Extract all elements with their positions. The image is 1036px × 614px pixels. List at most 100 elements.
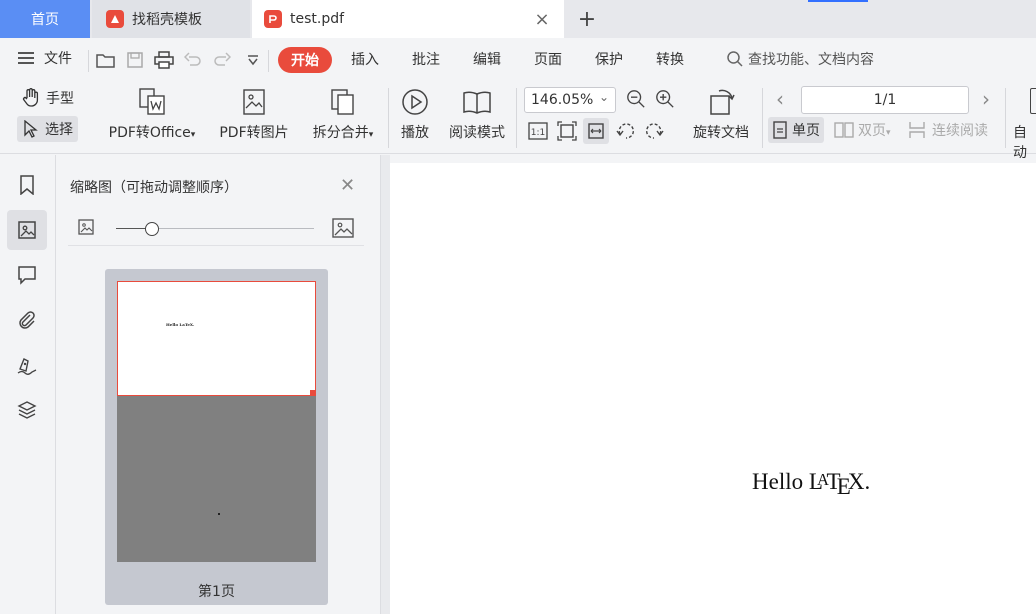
rotate-right-icon[interactable] [643,120,665,142]
select-tool-button[interactable]: 选择 [17,116,78,142]
search-box[interactable]: 查找功能、文档内容 [726,49,874,69]
pdf-to-office-icon [136,86,168,118]
thumbnail-panel: 缩略图（可拖动调整顺序） ✕ Hello LaTeX. 第1页 [56,155,380,614]
menu-protect-tab[interactable]: 保护 [595,49,623,69]
single-page-button[interactable]: 单页 [768,117,824,143]
thumbnail-icon[interactable] [7,210,47,250]
read-mode-label: 阅读模式 [449,125,505,141]
continuous-read-label: 连续阅读 [932,123,988,139]
hamburger-icon [18,52,34,64]
read-mode-button[interactable]: 阅读模式 [446,86,508,142]
actual-size-label: 1:1 [531,128,545,138]
slider-handle[interactable] [144,222,159,236]
divider [68,245,364,246]
continuous-read-icon [909,122,925,138]
zoom-level-select[interactable]: 146.05% ⌄ [524,87,616,113]
menu-convert-tab[interactable]: 转换 [656,49,684,69]
document-text-suffix: . [864,469,871,494]
thumbnail-panel-title: 缩略图（可拖动调整顺序） [70,180,238,196]
tab-home[interactable]: 首页 [0,0,90,38]
page-thumbnail[interactable]: Hello LaTeX. 第1页 [105,269,328,605]
play-button[interactable]: 播放 [396,86,434,142]
fit-page-icon[interactable] [556,120,578,142]
zoom-out-icon[interactable] [626,89,646,109]
next-page-icon[interactable]: › [982,87,990,111]
continuous-read-button[interactable]: 连续阅读 [908,120,988,140]
tab-pdf-label: test.pdf [290,11,345,27]
thumbnail-page-preview: Hello LaTeX. [117,281,316,562]
layers-icon[interactable] [7,390,47,430]
rotate-document-icon [705,86,737,118]
menu-bar: 文件 开始 插入 批注 编辑 页面 保护 转换 查找功能、文档内容 [0,38,1036,82]
new-tab-button[interactable]: + [574,6,600,32]
menu-start-tab[interactable]: 开始 [278,47,332,73]
print-icon[interactable] [154,50,174,70]
menu-annotate-tab[interactable]: 批注 [412,49,440,69]
hand-tool-label: 手型 [46,91,74,107]
customize-quick-access-icon[interactable] [243,50,263,70]
signature-icon[interactable] [7,345,47,385]
split-merge-icon [327,86,359,118]
open-folder-icon[interactable] [96,50,116,70]
file-menu-button[interactable]: 文件 [18,48,72,68]
menu-insert-tab[interactable]: 插入 [351,49,379,69]
play-label: 播放 [401,125,429,141]
pdf-to-office-button[interactable]: PDF转Office▾ [104,86,200,142]
top-accent-bar [808,0,868,2]
pdf-to-image-icon [238,86,270,118]
single-page-icon [773,121,787,139]
ribbon-toolbar: 手型 选择 PDF转Office▾ PDF转图片 拆分合并▾ 播放 阅读模式 1… [0,82,1036,161]
tab-bar: 首页 找稻壳模板 test.pdf × + [0,0,1036,38]
split-merge-label: 拆分合并▾ [312,125,374,141]
visible-area-frame[interactable]: Hello LaTeX. [117,281,316,396]
page-number-input[interactable]: 1/1 [801,86,969,114]
auto-scroll-button[interactable]: 自动 [1013,122,1036,162]
large-thumbnail-icon[interactable] [332,218,354,242]
attachment-icon[interactable] [7,300,47,340]
page-indicator: 1/1 [873,92,897,108]
rotate-document-button[interactable]: 旋转文档 [688,86,754,142]
tab-test-pdf[interactable]: test.pdf × [252,0,564,38]
cursor-arrow-icon [24,120,38,138]
tab-template-label: 找稻壳模板 [132,12,202,28]
panel-splitter[interactable] [380,155,390,614]
menu-page-tab[interactable]: 页面 [534,49,562,69]
close-panel-icon[interactable]: ✕ [340,175,355,196]
fit-width-icon[interactable] [583,118,609,144]
thumbnail-page-label: 第1页 [198,584,235,600]
tab-template-store[interactable]: 找稻壳模板 [92,0,250,38]
pdf-to-image-button[interactable]: PDF转图片 [216,86,292,142]
latex-letter-x: X [847,469,865,494]
auto-scroll-icon [1030,88,1036,114]
rotate-document-label: 旋转文档 [693,125,749,141]
save-icon[interactable] [125,50,145,70]
double-page-icon [834,122,854,138]
divider [762,88,763,148]
close-tab-icon[interactable]: × [532,9,552,30]
actual-size-button[interactable]: 1:1 [527,120,549,142]
previous-page-icon[interactable]: ‹ [776,87,784,111]
menu-edit-tab[interactable]: 编辑 [473,49,501,69]
zoom-in-icon[interactable] [655,89,675,109]
double-page-button[interactable]: 双页▾ [834,120,891,140]
latex-logo: LATEX [809,469,865,499]
pdf-file-icon [264,10,282,28]
document-body-text: Hello LATEX. [752,469,870,500]
thumbnail-page-text: Hello LaTeX. [166,322,195,327]
page-number-mark [218,513,220,515]
resize-handle[interactable] [310,390,316,396]
bookmark-icon[interactable] [7,165,47,205]
comment-icon[interactable] [7,255,47,295]
docer-logo-icon [106,10,124,28]
play-icon [399,86,431,118]
undo-icon[interactable] [183,50,203,70]
redo-icon[interactable] [212,50,232,70]
pdf-to-image-label: PDF转图片 [219,125,289,141]
hand-icon [22,88,39,107]
rotate-left-icon[interactable] [615,120,637,142]
split-merge-button[interactable]: 拆分合并▾ [306,86,380,142]
hand-tool-button[interactable]: 手型 [22,88,74,108]
small-thumbnail-icon[interactable] [78,219,94,239]
select-tool-label: 选择 [45,122,73,138]
pdf-to-office-label: PDF转Office▾ [108,125,196,141]
